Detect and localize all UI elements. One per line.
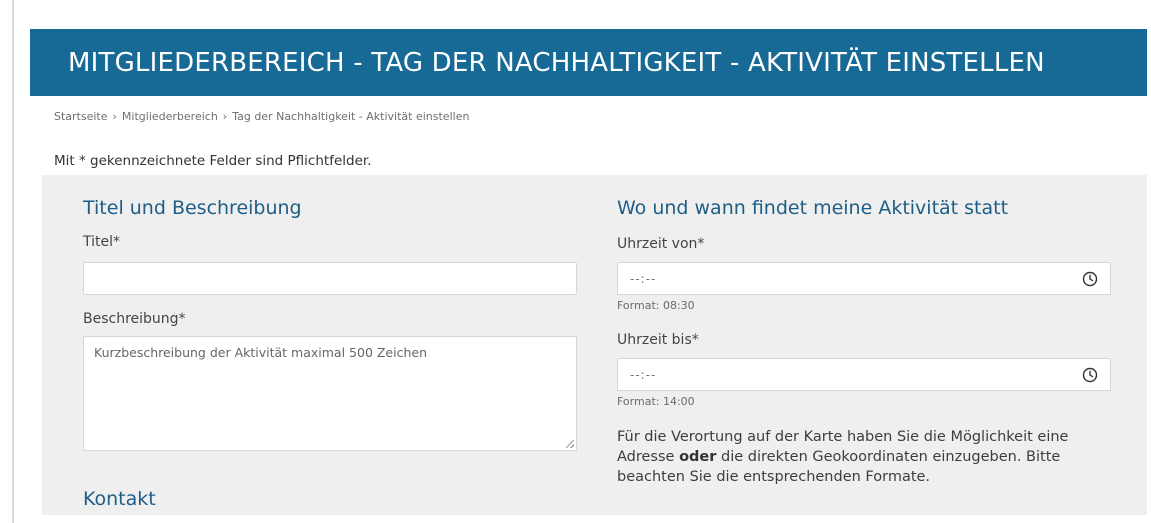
breadcrumb-link-members[interactable]: Mitgliederbereich <box>122 110 218 123</box>
time-to-input[interactable]: --:-- <box>617 358 1111 391</box>
breadcrumb-link-home[interactable]: Startseite <box>54 110 108 123</box>
page: MITGLIEDERBEREICH - TAG DER NACHHALTIGKE… <box>0 0 1151 523</box>
description-textarea[interactable] <box>83 336 577 451</box>
breadcrumb-current: Tag der Nachhaltigkeit - Aktivität einst… <box>232 110 470 123</box>
location-info-emphasis: oder <box>679 449 717 465</box>
time-to-format-hint: Format: 14:00 <box>617 395 695 408</box>
clock-icon[interactable] <box>1082 271 1098 287</box>
time-to-value: --:-- <box>630 367 657 382</box>
description-label: Beschreibung* <box>83 311 186 327</box>
title-label: Titel* <box>83 234 121 250</box>
time-from-input[interactable]: --:-- <box>617 262 1111 295</box>
section-title-description: Titel und Beschreibung <box>83 197 302 219</box>
location-info-text: Für die Verortung auf der Karte haben Si… <box>617 427 1097 487</box>
breadcrumb: Startseite › Mitgliederbereich › Tag der Nac… <box>54 110 469 123</box>
breadcrumb-separator: › <box>222 110 228 123</box>
page-banner: MITGLIEDERBEREICH - TAG DER NACHHALTIGKE… <box>30 29 1147 96</box>
time-from-label: Uhrzeit von* <box>617 236 705 252</box>
breadcrumb-separator: › <box>112 110 117 123</box>
resize-handle-icon[interactable] <box>566 440 574 448</box>
page-title: MITGLIEDERBEREICH - TAG DER NACHHALTIGKE… <box>68 47 1045 78</box>
section-title-contact: Kontakt <box>83 488 156 510</box>
clock-icon[interactable] <box>1082 367 1098 383</box>
time-to-label: Uhrzeit bis* <box>617 332 699 348</box>
activity-form: Titel und Beschreibung Titel* Beschreibu… <box>42 175 1147 515</box>
required-fields-note: Mit * gekennzeichnete Felder sind Pflich… <box>54 153 372 169</box>
time-from-format-hint: Format: 08:30 <box>617 299 695 312</box>
window-edge <box>12 0 14 523</box>
title-input[interactable] <box>83 262 577 295</box>
time-from-value: --:-- <box>630 271 657 286</box>
section-title-time-location: Wo und wann findet meine Aktivität statt <box>617 197 1009 219</box>
